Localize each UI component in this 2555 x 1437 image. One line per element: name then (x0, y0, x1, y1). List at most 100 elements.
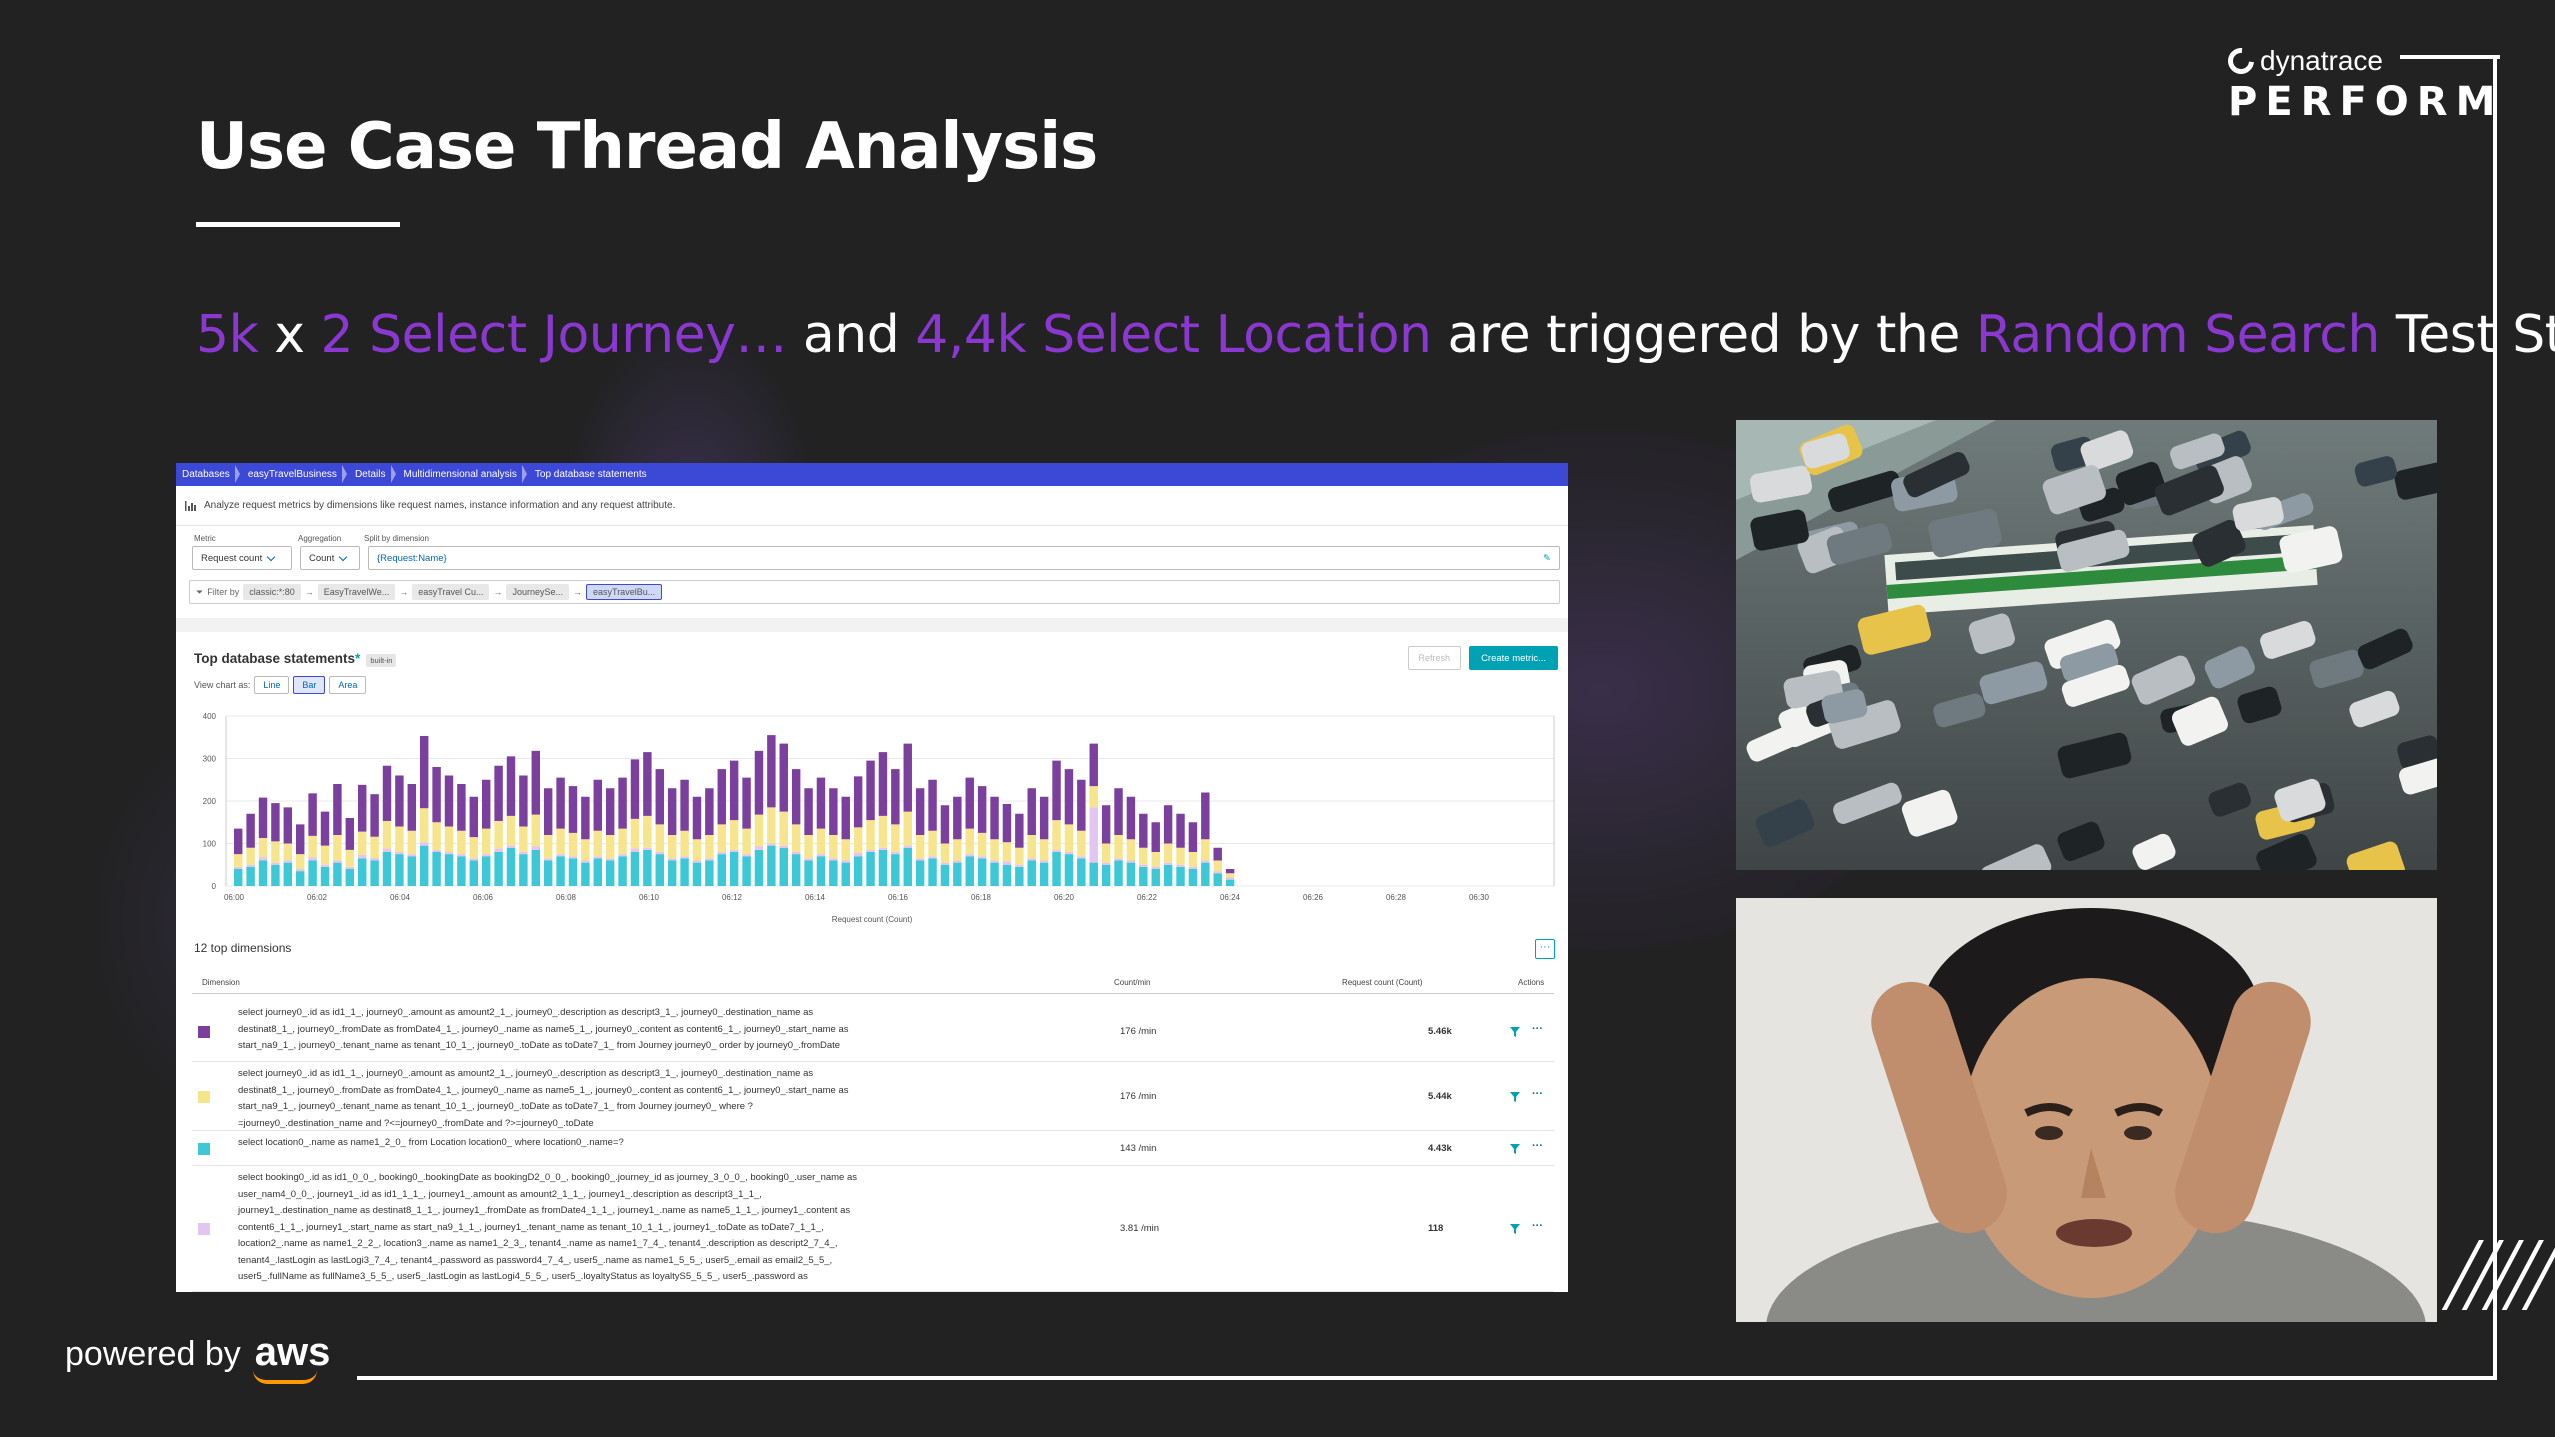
bar-segment (556, 828, 565, 855)
metric-label: Metric (194, 534, 216, 543)
bar-segment (630, 759, 640, 819)
bar-segment (1139, 864, 1148, 867)
aggregation-select[interactable]: Count (300, 546, 360, 570)
bar-segment (965, 828, 974, 855)
view-line-button[interactable]: Line (254, 676, 290, 694)
sql-line: start_na9_1_, journey0_.tenant_name as t… (238, 1040, 841, 1051)
powered-by-label: powered by (65, 1335, 241, 1373)
filter-chip[interactable]: easyTravel Cu... (412, 584, 490, 600)
bar-segment (481, 779, 491, 829)
metric-select[interactable]: Request count (192, 546, 292, 570)
brand-logo: dynatrace PERFORM (2222, 42, 2503, 125)
bar-segment (866, 852, 875, 886)
more-options-button[interactable]: ··· (1535, 939, 1555, 959)
column-header-request-count[interactable]: Request count (Count) (1342, 978, 1423, 987)
bar-segment (816, 777, 826, 829)
filter-icon[interactable] (1510, 1026, 1520, 1037)
filter-chip[interactable]: EasyTravelWe... (317, 584, 396, 600)
breadcrumb-item[interactable]: easyTravelBusiness (242, 465, 349, 483)
breadcrumb-item[interactable]: Details (349, 465, 398, 483)
filter-icon[interactable] (1510, 1143, 1520, 1154)
x-tick-label: 06:14 (805, 893, 826, 902)
bar-segment (990, 862, 999, 886)
refresh-button[interactable]: Refresh (1407, 646, 1462, 670)
bar-segment (655, 824, 664, 852)
arrow-icon: → (304, 587, 314, 597)
create-metric-button[interactable]: Create metric... (1469, 646, 1558, 670)
sql-line: journey1_.destination_name as destinat8_… (238, 1205, 851, 1216)
filter-chip[interactable]: classic:*:80 (243, 584, 301, 600)
table-row[interactable]: select location0_.name as name1_2_0_ fro… (192, 1131, 1554, 1166)
bar-segment (581, 860, 590, 863)
table-row[interactable]: select journey0_.id as id1_1_, journey0_… (192, 1001, 1554, 1062)
bar-segment (1139, 847, 1148, 865)
bar-segment (568, 856, 578, 859)
filter-icon: ⏷ (196, 586, 204, 597)
bar-segment (333, 862, 342, 886)
bar-segment (308, 793, 317, 836)
bar-segment (965, 777, 974, 829)
more-actions-icon[interactable]: ··· (1532, 1220, 1543, 1232)
bar-segment (506, 845, 516, 848)
bar-segment (940, 843, 950, 863)
bar-segment (258, 837, 268, 858)
bar-segment (791, 824, 801, 852)
table-row[interactable]: select booking0_.id as id1_0_0_, booking… (192, 1166, 1554, 1292)
bar-segment (829, 860, 838, 886)
more-actions-icon[interactable]: ··· (1532, 1088, 1543, 1100)
section-title: Top database statements* built-in (194, 651, 397, 667)
split-dimension-input[interactable]: {Request:Name} ✎ (368, 546, 1560, 570)
view-bar-button[interactable]: Bar (293, 676, 326, 694)
filter-chip-active[interactable]: easyTravelBu... (586, 584, 663, 600)
breadcrumb-item[interactable]: Top database statements (529, 469, 659, 480)
bar-segment (308, 860, 317, 886)
more-actions-icon[interactable]: ··· (1532, 1023, 1543, 1035)
breadcrumb-item[interactable]: Multidimensional analysis (398, 465, 529, 483)
bar-segment (915, 858, 925, 861)
bar-segment (816, 828, 826, 855)
bar-segment (965, 856, 974, 886)
bar-segment (543, 788, 553, 835)
count-per-min: 143 /min (1120, 1142, 1157, 1154)
bar-segment (866, 820, 875, 850)
x-tick-label: 06:28 (1386, 893, 1407, 902)
edit-pencil-icon[interactable]: ✎ (1543, 553, 1551, 564)
bar-segment (940, 805, 950, 844)
bar-segment (1101, 862, 1111, 865)
bar-segment (419, 842, 429, 846)
bar-segment (1101, 843, 1111, 863)
bar-segment (432, 822, 441, 850)
filter-chip[interactable]: JourneySe... (506, 584, 570, 600)
sql-line: select journey0_.id as id1_1_, journey0_… (238, 1068, 814, 1079)
description-text: Analyze request metrics by dimensions li… (204, 500, 676, 511)
filter-icon[interactable] (1510, 1224, 1520, 1234)
filter-icon[interactable] (1510, 1091, 1520, 1102)
bar-segment (1015, 866, 1024, 886)
bar-segment (357, 854, 367, 859)
table-row[interactable]: select journey0_.id as id1_1_, journey0_… (192, 1062, 1554, 1131)
bar-segment (234, 828, 243, 855)
more-actions-icon[interactable]: ··· (1532, 1140, 1543, 1152)
bar-segment (519, 826, 528, 852)
sql-line: user_nam4_0_0_, journey1_.id as id1_1_1_… (238, 1188, 762, 1200)
column-header-count-min[interactable]: Count/min (1114, 978, 1150, 987)
bar-segment (717, 824, 726, 852)
bar-segment (618, 777, 627, 829)
bar-segment (457, 830, 466, 855)
sql-line: location2_.name as name1_2_2_, location3… (238, 1238, 838, 1249)
bar-segment (779, 845, 788, 848)
bar-segment (1126, 860, 1136, 863)
breadcrumb-item[interactable]: Databases (176, 465, 242, 483)
view-area-button[interactable]: Area (329, 676, 367, 694)
subtitle-text: Test Step (2395, 305, 2555, 365)
bar-segment (804, 835, 813, 859)
bar-segment (246, 866, 255, 886)
bar-segment (680, 830, 689, 857)
filter-bar[interactable]: ⏷ Filter by classic:*:80 → EasyTravelWe..… (189, 580, 1560, 604)
bar-segment (382, 848, 392, 852)
traffic-jam-image (1736, 420, 2437, 870)
column-header-dimension[interactable]: Dimension (202, 978, 240, 987)
bar-segment (444, 852, 454, 855)
bar-segment (1027, 858, 1036, 861)
subtitle-highlight: 2 Select Journey… (320, 305, 788, 365)
